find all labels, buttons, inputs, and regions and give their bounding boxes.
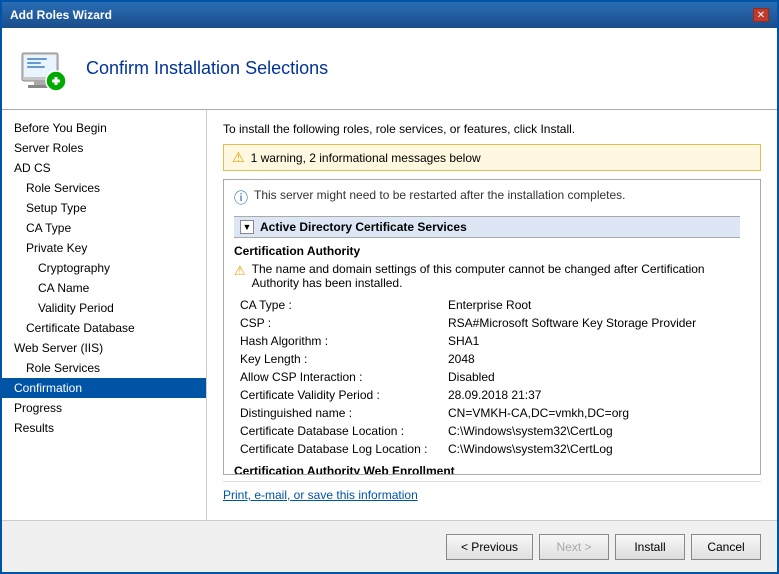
table-row: Certificate Database Log Location :C:\Wi… xyxy=(236,442,738,458)
sidebar-item-ca-type[interactable]: CA Type xyxy=(2,218,206,238)
prop-value: CN=VMKH-CA,DC=vmkh,DC=org xyxy=(448,406,738,422)
table-row: Certificate Database Location :C:\Window… xyxy=(236,424,738,440)
install-button[interactable]: Install xyxy=(615,534,685,560)
cert-warning-row: ⚠ The name and domain settings of this c… xyxy=(234,262,740,290)
prop-label: Certificate Database Log Location : xyxy=(236,442,446,458)
sidebar-item-ca-name[interactable]: CA Name xyxy=(2,278,206,298)
sidebar-item-role-services-iis[interactable]: Role Services xyxy=(2,358,206,378)
prop-value: C:\Windows\system32\CertLog xyxy=(448,424,738,440)
section-adcs-header: ▼ Active Directory Certificate Services xyxy=(234,216,740,238)
scroll-container: ⓘ This server might need to be restarted… xyxy=(223,179,761,475)
sidebar-item-before-you-begin[interactable]: Before You Begin xyxy=(2,118,206,138)
prop-value: RSA#Microsoft Software Key Storage Provi… xyxy=(448,316,738,332)
sidebar-item-validity-period[interactable]: Validity Period xyxy=(2,298,206,318)
intro-text: To install the following roles, role ser… xyxy=(223,122,761,136)
sidebar-item-server-roles[interactable]: Server Roles xyxy=(2,138,206,158)
next-button[interactable]: Next > xyxy=(539,534,609,560)
prop-value: Enterprise Root xyxy=(448,298,738,314)
sidebar-item-certificate-database[interactable]: Certificate Database xyxy=(2,318,206,338)
prop-label: CA Type : xyxy=(236,298,446,314)
info-icon: ⓘ xyxy=(234,188,248,208)
header-panel: Confirm Installation Selections xyxy=(2,28,777,110)
sidebar-item-results[interactable]: Results xyxy=(2,418,206,438)
cert-web-enrollment-title: Certification Authority Web Enrollment xyxy=(234,464,740,474)
link-area: Print, e-mail, or save this information xyxy=(223,481,761,508)
sidebar: Before You BeginServer RolesAD CSRole Se… xyxy=(2,110,207,520)
prop-value: C:\Windows\system32\CertLog xyxy=(448,442,738,458)
print-link[interactable]: Print, e-mail, or save this information xyxy=(223,488,418,502)
warning-bar: ⚠ 1 warning, 2 informational messages be… xyxy=(223,144,761,171)
properties-table: CA Type :Enterprise RootCSP :RSA#Microso… xyxy=(234,296,740,460)
cert-warn-icon: ⚠ xyxy=(234,263,246,279)
cancel-button[interactable]: Cancel xyxy=(691,534,761,560)
cert-authority-title: Certification Authority xyxy=(234,244,740,258)
window: Add Roles Wizard ✕ Confirm Install xyxy=(0,0,779,574)
prop-label: Certificate Validity Period : xyxy=(236,388,446,404)
table-row: Distinguished name :CN=VMKH-CA,DC=vmkh,D… xyxy=(236,406,738,422)
sidebar-item-cryptography[interactable]: Cryptography xyxy=(2,258,206,278)
sidebar-item-setup-type[interactable]: Setup Type xyxy=(2,198,206,218)
prop-label: Certificate Database Location : xyxy=(236,424,446,440)
table-row: Hash Algorithm :SHA1 xyxy=(236,334,738,350)
prop-label: Hash Algorithm : xyxy=(236,334,446,350)
sidebar-item-private-key[interactable]: Private Key xyxy=(2,238,206,258)
restart-message: ⓘ This server might need to be restarted… xyxy=(234,188,740,208)
table-row: Allow CSP Interaction :Disabled xyxy=(236,370,738,386)
prop-value: Disabled xyxy=(448,370,738,386)
sidebar-item-role-services[interactable]: Role Services xyxy=(2,178,206,198)
prop-value: SHA1 xyxy=(448,334,738,350)
table-row: CSP :RSA#Microsoft Software Key Storage … xyxy=(236,316,738,332)
sidebar-item-web-server-iis[interactable]: Web Server (IIS) xyxy=(2,338,206,358)
warning-icon: ⚠ xyxy=(232,149,245,166)
prop-label: CSP : xyxy=(236,316,446,332)
title-bar: Add Roles Wizard ✕ xyxy=(2,2,777,28)
scroll-inner[interactable]: ⓘ This server might need to be restarted… xyxy=(224,180,760,474)
sidebar-item-confirmation[interactable]: Confirmation xyxy=(2,378,206,398)
page-title: Confirm Installation Selections xyxy=(86,58,328,79)
cert-warn-text: The name and domain settings of this com… xyxy=(252,262,740,290)
section-adcs-title: Active Directory Certificate Services xyxy=(260,220,467,234)
wizard-icon xyxy=(18,43,70,95)
prop-label: Key Length : xyxy=(236,352,446,368)
prop-value: 28.09.2018 21:37 xyxy=(448,388,738,404)
table-row: CA Type :Enterprise Root xyxy=(236,298,738,314)
close-button[interactable]: ✕ xyxy=(753,8,769,22)
prop-label: Distinguished name : xyxy=(236,406,446,422)
prop-label: Allow CSP Interaction : xyxy=(236,370,446,386)
footer: < Previous Next > Install Cancel xyxy=(2,520,777,572)
previous-button[interactable]: < Previous xyxy=(446,534,533,560)
table-row: Certificate Validity Period :28.09.2018 … xyxy=(236,388,738,404)
main-content: Before You BeginServer RolesAD CSRole Se… xyxy=(2,110,777,520)
restart-text: This server might need to be restarted a… xyxy=(254,188,626,202)
warning-bar-text: 1 warning, 2 informational messages belo… xyxy=(251,151,481,165)
content-area: To install the following roles, role ser… xyxy=(207,110,777,520)
prop-value: 2048 xyxy=(448,352,738,368)
window-title: Add Roles Wizard xyxy=(10,8,112,22)
sidebar-item-progress[interactable]: Progress xyxy=(2,398,206,418)
section-adcs-toggle[interactable]: ▼ xyxy=(240,220,254,234)
sidebar-item-ad-cs[interactable]: AD CS xyxy=(2,158,206,178)
table-row: Key Length :2048 xyxy=(236,352,738,368)
